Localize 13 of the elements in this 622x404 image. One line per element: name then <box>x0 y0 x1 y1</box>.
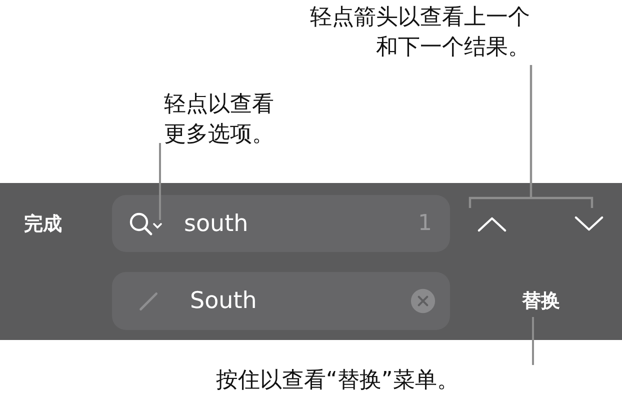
done-button[interactable]: 完成 <box>0 210 62 236</box>
callout-text: 轻点以查看更多选项。 <box>164 91 275 149</box>
leader-line <box>532 317 534 365</box>
replace-field[interactable]: South <box>112 272 450 330</box>
chevron-up-icon[interactable] <box>477 214 507 232</box>
search-text: south <box>184 210 250 236</box>
callout-text: 按住以查看“替换”菜单。 <box>216 367 459 395</box>
callout-text: 轻点箭头以查看上一个和下一个结果。 <box>309 4 530 62</box>
replace-button[interactable]: 替换 <box>516 287 566 315</box>
chevron-down-icon[interactable] <box>574 214 604 232</box>
replace-text: South <box>190 288 258 314</box>
search-options-icon[interactable] <box>128 210 164 236</box>
pencil-icon <box>138 290 160 312</box>
